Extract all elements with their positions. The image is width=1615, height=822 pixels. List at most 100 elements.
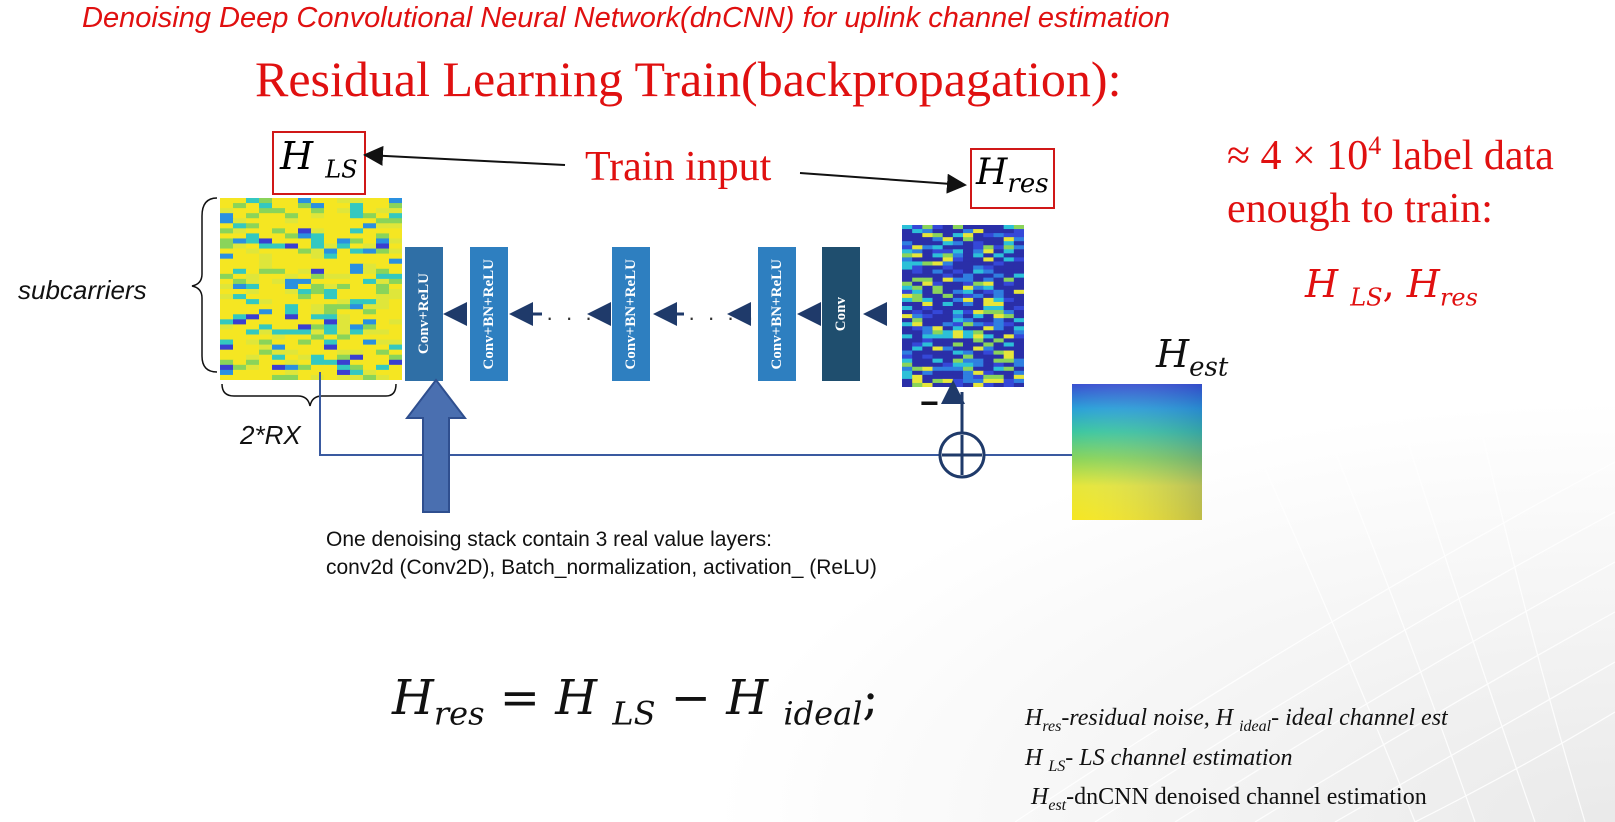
heatmap-cell	[259, 314, 273, 320]
heatmap-cell	[973, 257, 984, 262]
heatmap-cell	[963, 306, 974, 311]
h-est-symbol: H	[1156, 332, 1190, 376]
heatmap-cell	[963, 229, 974, 234]
heatmap-cell	[220, 213, 234, 219]
heatmap-cell	[1013, 342, 1024, 347]
heatmap-cell	[220, 299, 234, 305]
heatmap-cell	[220, 319, 234, 325]
heatmap-cell	[285, 218, 299, 224]
train-pair-ls-sub: LS	[1350, 283, 1383, 312]
heatmap-cell	[350, 278, 364, 285]
heatmap-cell	[993, 342, 1005, 347]
heatmap-cell	[259, 289, 273, 295]
heatmap-cell	[350, 273, 364, 280]
heatmap-cell	[952, 334, 964, 339]
heatmap-cell	[973, 281, 984, 287]
heatmap-cell	[942, 269, 954, 275]
heatmap-cell	[1013, 314, 1024, 319]
heatmap-cell	[902, 326, 913, 331]
symbol-legend: Hres-residual noise, H ideal- ideal chan…	[1025, 700, 1448, 819]
heatmap-cell	[963, 314, 974, 319]
heatmap-cell	[993, 273, 1005, 279]
heatmap-cell	[324, 223, 338, 229]
heatmap-cell	[272, 233, 286, 239]
heatmap-cell	[963, 245, 974, 250]
heatmap-cell	[932, 233, 944, 238]
heatmap-cell	[324, 218, 338, 224]
heatmap-cell	[298, 258, 312, 265]
heatmap-cell	[363, 228, 377, 234]
heatmap-cell	[1013, 241, 1024, 246]
heatmap-cell	[932, 249, 944, 254]
heatmap-cell	[902, 277, 913, 283]
heatmap-cell	[220, 218, 234, 224]
heatmap-cell	[1013, 330, 1024, 335]
heatmap-cell	[363, 258, 377, 265]
heatmap-cell	[1013, 281, 1024, 287]
heatmap-cell	[942, 301, 954, 307]
heatmap-cell	[233, 273, 247, 280]
heatmap-cell	[389, 268, 402, 275]
heatmap-cell	[942, 265, 954, 271]
heatmap-cell	[350, 349, 364, 356]
heatmap-cell	[233, 294, 247, 300]
heatmap-cell	[902, 289, 913, 295]
heatmap-cell	[973, 330, 984, 335]
heatmap-cell	[246, 233, 260, 239]
heatmap-cell	[298, 238, 312, 244]
heatmap-cell	[246, 198, 260, 204]
heatmap-cell	[1013, 225, 1024, 230]
heatmap-cell	[376, 344, 390, 351]
heatmap-cell	[363, 294, 377, 300]
heatmap-cell	[350, 289, 364, 295]
heatmap-cell	[337, 289, 351, 295]
h-res-symbol: H	[976, 152, 1008, 193]
heatmap-cell	[259, 253, 273, 260]
heatmap-cell	[246, 324, 260, 330]
heatmap-cell	[298, 294, 312, 300]
heatmap-cell	[932, 314, 944, 319]
h-ls-box: H LS	[272, 131, 366, 195]
heatmap-cell	[963, 322, 974, 327]
heatmap-cell	[324, 243, 338, 250]
heatmap-cell	[1013, 301, 1024, 307]
heatmap-cell	[973, 249, 984, 254]
heatmap-cell	[337, 283, 351, 290]
heatmap-cell	[272, 198, 286, 204]
heatmap-cell	[942, 249, 954, 254]
heatmap-cell	[942, 253, 954, 258]
heatmap-cell	[922, 330, 933, 335]
heatmap-cell	[389, 228, 402, 234]
heatmap-cell	[337, 309, 351, 315]
heatmap-cell	[246, 294, 260, 300]
heatmap-cell	[932, 245, 944, 250]
heatmap-cell	[952, 277, 964, 283]
heatmap-cell	[311, 359, 325, 366]
heatmap-cell	[246, 334, 260, 341]
heatmap-cell	[1013, 237, 1024, 242]
heatmap-cell	[952, 342, 964, 347]
heatmap-cell	[376, 299, 390, 305]
heatmap-cell	[1013, 326, 1024, 331]
heatmap-cell	[389, 208, 402, 214]
heatmap-cell	[272, 319, 286, 325]
heatmap-cell	[363, 278, 377, 285]
eq-res-sub: res	[433, 694, 485, 733]
heatmap-cell	[350, 314, 364, 320]
heatmap-cell	[993, 354, 1005, 360]
heatmap-cell	[259, 364, 273, 371]
heatmap-cell	[220, 334, 234, 341]
heatmap-cell	[973, 233, 984, 238]
heatmap-cell	[1003, 322, 1015, 327]
heatmap-cell	[973, 245, 984, 250]
heatmap-cell	[311, 349, 325, 356]
heatmap-cell	[912, 342, 923, 347]
h-est-label: Hest	[1156, 332, 1228, 383]
heatmap-cell	[311, 329, 325, 335]
heatmap-cell	[350, 253, 364, 260]
heatmap-cell	[298, 354, 312, 361]
heatmap-cell	[350, 233, 364, 239]
heatmap-cell	[963, 342, 974, 347]
heatmap-cell	[973, 338, 984, 343]
heatmap-cell	[963, 334, 974, 339]
